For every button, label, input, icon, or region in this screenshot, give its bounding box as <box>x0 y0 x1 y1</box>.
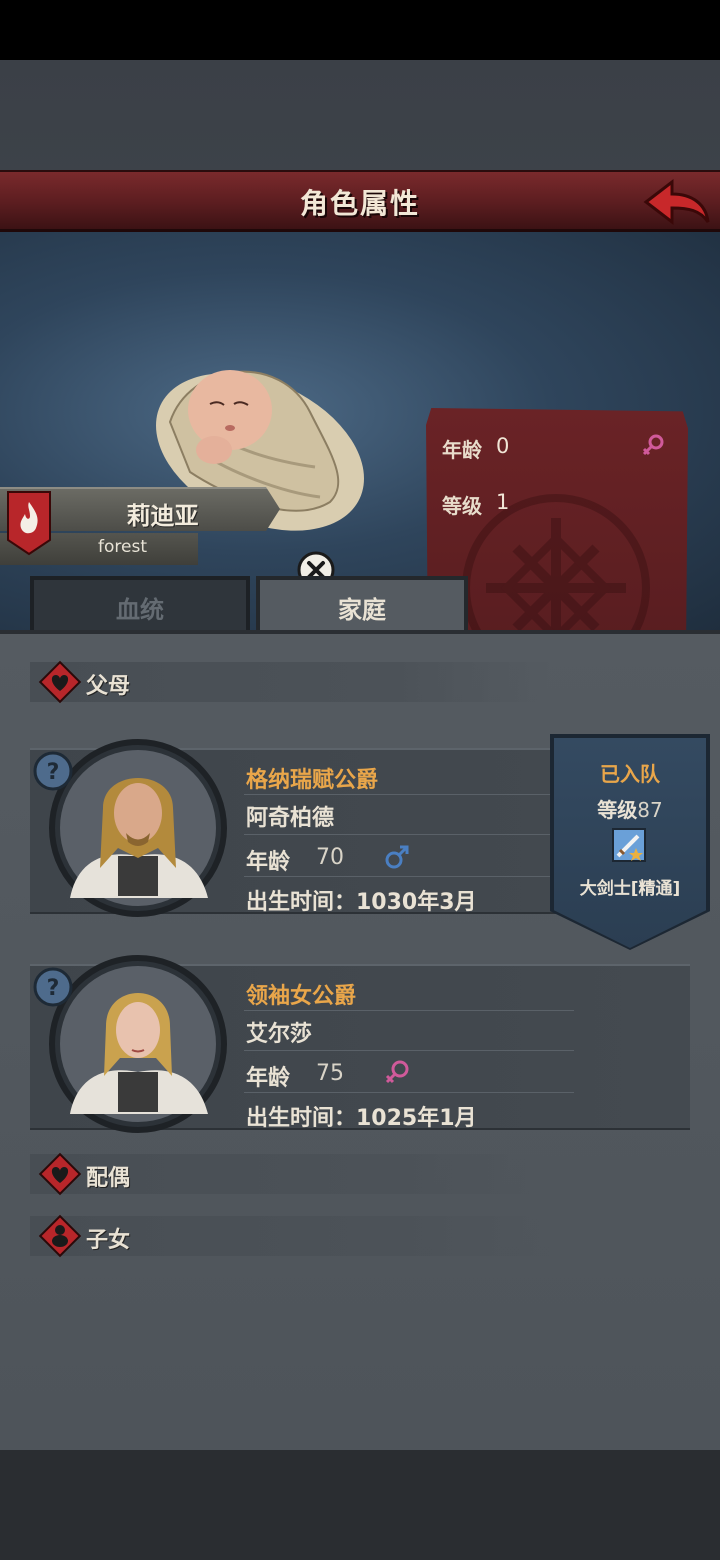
help-icon[interactable]: ? <box>32 750 74 792</box>
parent-card-mother[interactable]: ? 领袖女公爵 艾尔莎 年龄 75 出生时间：1025年1月 <box>30 955 690 1133</box>
tab-family[interactable]: 家庭 <box>256 576 468 630</box>
age-value: 0 <box>496 434 510 458</box>
female-symbol-icon <box>642 434 664 456</box>
section-children: 子女 <box>30 1214 550 1258</box>
character-origin: forest <box>98 537 147 557</box>
page-title: 角色属性 <box>299 187 420 220</box>
father-birth: 出生时间：1030年3月 <box>246 890 477 915</box>
fire-crest-icon <box>7 491 51 556</box>
character-name: 莉迪亚 <box>126 502 199 530</box>
section-parents: 父母 <box>30 660 550 704</box>
mother-title: 领袖女公爵 <box>246 984 357 1009</box>
father-age-label: 年龄 <box>246 850 291 875</box>
mother-name: 艾尔莎 <box>246 1022 313 1047</box>
divider <box>244 1010 574 1011</box>
heart-icon <box>38 1152 82 1196</box>
character-scene: 莉迪亚 forest 年龄 0 等级 1 <box>0 232 720 745</box>
team-class: 大剑士[精通] <box>579 879 681 899</box>
father-title: 格纳瑞赋公爵 <box>246 768 379 793</box>
father-age: 70 <box>316 845 344 870</box>
help-icon[interactable]: ? <box>32 966 74 1008</box>
level-label: 等级 <box>442 494 482 518</box>
father-name: 阿奇柏德 <box>246 806 335 831</box>
section-parents-label: 父母 <box>86 674 131 699</box>
age-label: 年龄 <box>442 438 482 462</box>
child-icon <box>38 1214 82 1258</box>
mother-age-label: 年龄 <box>246 1066 291 1091</box>
section-spouse: 配偶 <box>30 1152 550 1196</box>
heart-icon <box>38 660 82 704</box>
male-symbol-icon <box>385 845 409 869</box>
section-children-label: 子女 <box>86 1228 131 1253</box>
tab-lineage-label: 血统 <box>116 596 164 624</box>
divider <box>244 876 574 877</box>
female-symbol-icon <box>385 1060 409 1084</box>
level-value: 1 <box>496 490 510 514</box>
divider <box>244 794 574 795</box>
team-level-label: 等级 <box>597 798 638 822</box>
section-spouse-label: 配偶 <box>86 1166 131 1191</box>
tab-family-label: 家庭 <box>338 596 386 624</box>
tab-lineage[interactable]: 血统 <box>30 576 250 630</box>
navigation-bar-area <box>0 1450 720 1560</box>
back-arrow-icon[interactable] <box>642 178 712 228</box>
status-bar-area <box>0 0 720 60</box>
mother-age: 75 <box>316 1061 344 1086</box>
character-screen: 角色属性 莉迪亚 forest 年龄 0 等级 1 血统 家庭 父母 ? 格纳瑞… <box>0 60 720 1450</box>
divider <box>244 834 574 835</box>
mother-portrait <box>49 955 227 1133</box>
mother-birth: 出生时间：1025年1月 <box>246 1106 477 1131</box>
divider <box>244 1050 574 1051</box>
team-status: 已入队 <box>600 762 660 786</box>
svg-text:?: ? <box>47 760 60 785</box>
team-level: 等级87 <box>554 794 706 823</box>
title-banner: 角色属性 <box>0 170 720 232</box>
team-level-value: 87 <box>637 798 663 822</box>
svg-text:?: ? <box>47 976 60 1001</box>
father-portrait <box>49 739 227 917</box>
divider <box>244 1092 574 1093</box>
sword-class-icon <box>612 828 646 862</box>
